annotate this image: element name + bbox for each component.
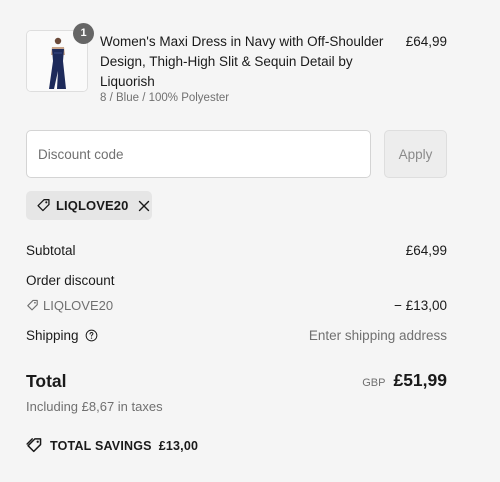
total-value: £51,99 — [393, 370, 447, 390]
order-discount-value: − £13,00 — [394, 298, 447, 313]
order-discount-code-line: LIQLOVE20 — [26, 298, 113, 313]
subtotal-value: £64,99 — [405, 243, 447, 258]
total-savings-label: TOTAL SAVINGS — [50, 438, 152, 453]
order-summary: 1 Women's Maxi Dress in Navy with Off-Sh… — [26, 0, 447, 482]
product-line-item: 1 Women's Maxi Dress in Navy with Off-Sh… — [26, 23, 447, 110]
shipping-value: Enter shipping address — [308, 328, 447, 343]
shipping-label-group: Shipping — [26, 328, 98, 343]
shipping-label: Shipping — [26, 328, 79, 343]
applied-discount-code: LIQLOVE20 — [56, 198, 129, 213]
total-savings-value: £13,00 — [158, 438, 199, 453]
order-discount-label: Order discount — [26, 273, 115, 288]
question-circle-icon[interactable] — [85, 329, 98, 342]
savings-tag-icon — [26, 438, 42, 453]
taxes-note: Including £8,67 in taxes — [26, 399, 163, 414]
apply-discount-button[interactable]: Apply — [384, 130, 447, 178]
total-savings: TOTAL SAVINGS £13,00 — [26, 437, 198, 454]
quantity-badge: 1 — [73, 23, 94, 44]
applied-discount-chip: LIQLOVE20 — [26, 191, 152, 220]
close-icon[interactable] — [137, 199, 151, 213]
tag-icon — [27, 299, 38, 311]
subtotal-label: Subtotal — [26, 243, 76, 258]
product-price: £64,99 — [405, 34, 447, 49]
tag-icon — [37, 199, 50, 212]
product-title: Women's Maxi Dress in Navy with Off-Shou… — [100, 34, 384, 89]
discount-code-input[interactable] — [26, 130, 371, 178]
total-currency: GBP — [362, 377, 386, 389]
order-discount-code: LIQLOVE20 — [43, 298, 114, 313]
total-label: Total — [26, 371, 67, 391]
total-amount: GBP £51,99 — [362, 370, 447, 391]
product-variant: 8 / Blue / 100% Polyester — [100, 92, 230, 104]
